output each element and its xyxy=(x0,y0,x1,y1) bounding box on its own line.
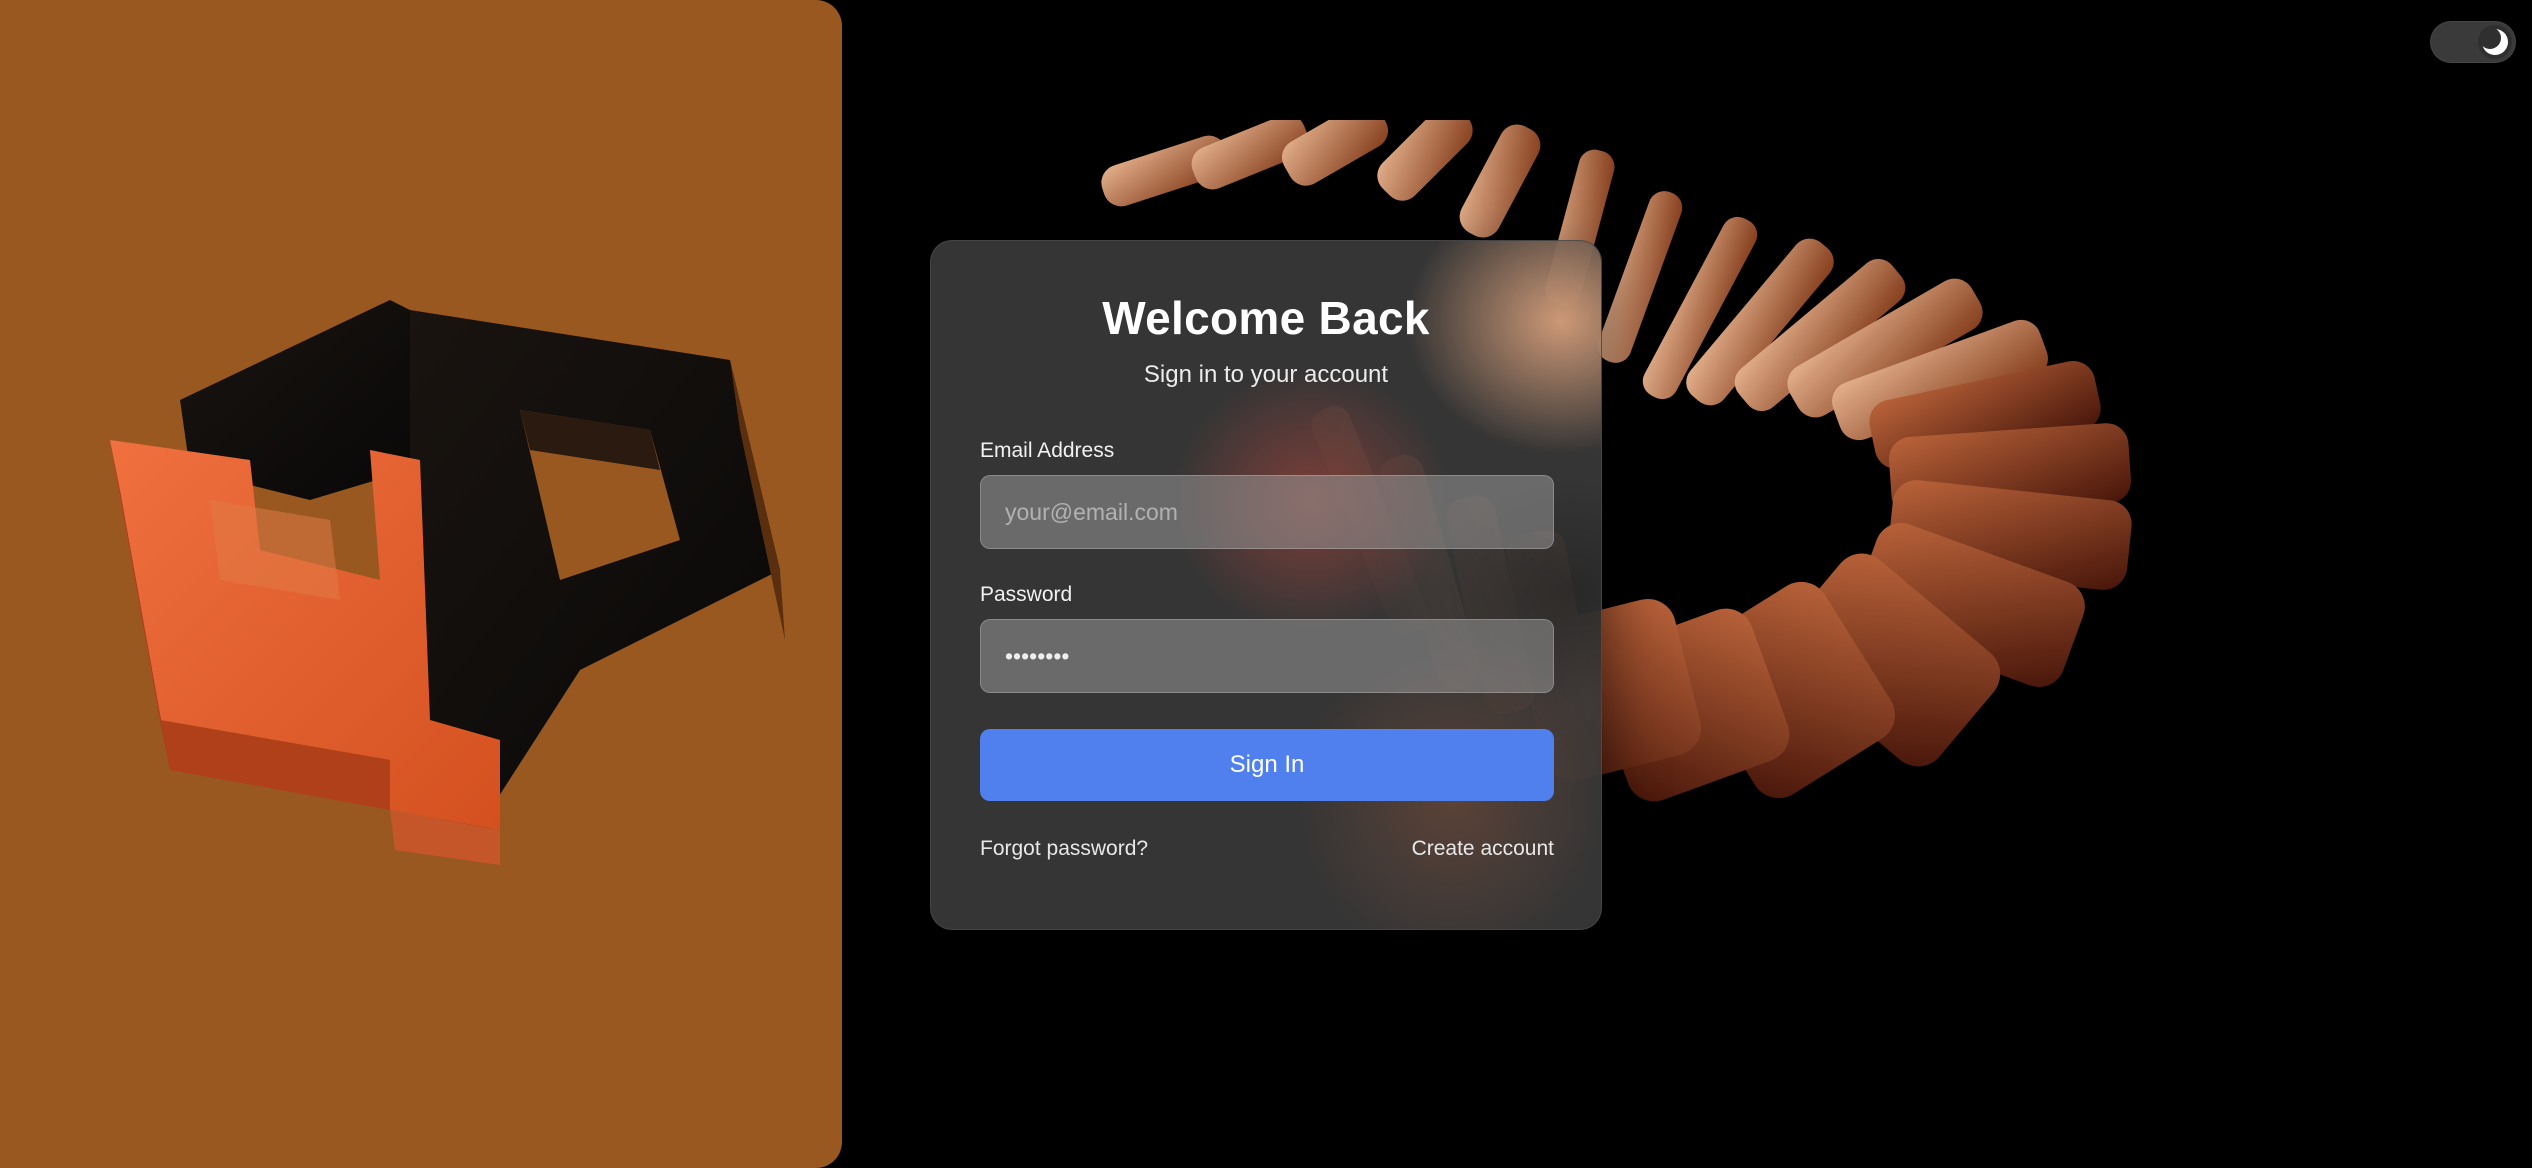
page-title: Welcome Back xyxy=(1102,292,1430,344)
create-account-link[interactable]: Create account xyxy=(1412,837,1554,861)
password-field[interactable] xyxy=(980,619,1554,693)
email-label: Email Address xyxy=(980,439,1115,462)
sign-in-button[interactable]: Sign In xyxy=(980,729,1554,801)
moon-icon xyxy=(2478,25,2512,59)
brand-logo xyxy=(110,300,785,865)
page-subtitle: Sign in to your account xyxy=(1143,361,1389,388)
auth-links: Forgot password? Create account xyxy=(980,837,1554,861)
login-card: Welcome Back Sign in to your account Ema… xyxy=(930,240,1602,930)
password-label: Password xyxy=(980,583,1073,606)
brand-panel xyxy=(0,0,842,1168)
email-field[interactable] xyxy=(980,475,1554,549)
login-page: Welcome Back Sign in to your account Ema… xyxy=(0,0,2532,1168)
theme-toggle[interactable] xyxy=(2430,21,2516,63)
forgot-password-link[interactable]: Forgot password? xyxy=(980,837,1148,861)
